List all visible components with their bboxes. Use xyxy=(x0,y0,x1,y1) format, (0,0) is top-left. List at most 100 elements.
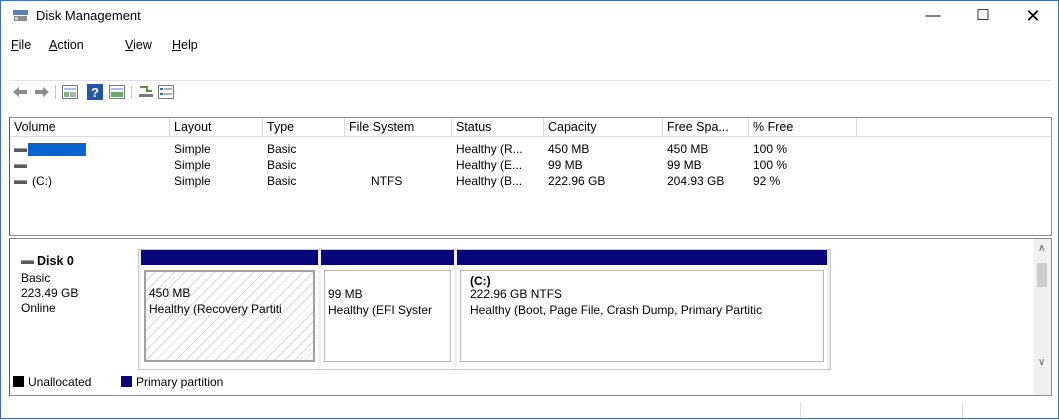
menu-file-accelerator: F xyxy=(11,38,19,52)
col-layout[interactable]: Layout xyxy=(170,118,263,136)
menu-view-label: iew xyxy=(133,38,152,52)
rescan-icon[interactable] xyxy=(137,83,155,101)
scroll-up-icon[interactable]: ∧ xyxy=(1038,243,1045,254)
percent-free-cell: 92 % xyxy=(753,174,781,188)
legend-primary: Primary partition xyxy=(121,375,223,389)
type-cell: Basic xyxy=(267,158,297,172)
properties-icon[interactable] xyxy=(108,83,126,101)
disk-name: Disk 0 xyxy=(21,254,74,268)
menu-help-label: elp xyxy=(181,38,198,52)
disk-management-app-icon xyxy=(13,10,28,21)
col-capacity[interactable]: Capacity xyxy=(544,118,663,136)
disk-0-info[interactable]: Disk 0 Basic 223.49 GB Online xyxy=(13,251,138,366)
menu-view-accelerator: V xyxy=(125,38,134,52)
capacity-cell: 450 MB xyxy=(548,142,590,156)
table-row[interactable]: (C:) Simple Basic NTFS Healthy (B... 222… xyxy=(10,174,1051,189)
partition-body-selected: 450 MB Healthy (Recovery Partiti xyxy=(144,270,315,362)
scroll-down-icon[interactable]: ∨ xyxy=(1038,357,1045,368)
recovery-partition[interactable]: 450 MB Healthy (Recovery Partiti xyxy=(141,250,318,369)
partition-bar xyxy=(457,250,827,265)
back-arrow-icon[interactable] xyxy=(11,83,29,101)
menu-help[interactable]: Help xyxy=(172,38,198,52)
partition-bar xyxy=(141,250,318,265)
free-space-cell: 99 MB xyxy=(667,158,702,172)
file-system-cell xyxy=(345,158,452,173)
capacity-cell: 222.96 GB xyxy=(548,174,606,188)
file-system-cell: NTFS xyxy=(371,174,403,188)
menu-action-label: ction xyxy=(57,38,84,52)
disk-icon xyxy=(21,259,34,264)
menu-bar: File Action View Help xyxy=(1,36,1058,56)
window-title: Disk Management xyxy=(36,8,141,23)
toolbar-top-divider xyxy=(9,80,1051,81)
partition-size: 450 MB xyxy=(149,286,191,300)
disk-list-icon[interactable] xyxy=(61,83,79,101)
percent-free-cell: 100 % xyxy=(753,142,788,156)
legend-primary-label: Primary partition xyxy=(136,375,224,389)
partition-bar xyxy=(321,250,454,265)
partition-body: 99 MB Healthy (EFI Syster xyxy=(324,270,451,362)
col-volume[interactable]: Volume xyxy=(10,118,170,136)
status-cell: Healthy (B... xyxy=(456,174,523,188)
c-drive-partition[interactable]: (C:) 222.96 GB NTFS Healthy (Boot, Page … xyxy=(457,250,827,369)
partition-size: 99 MB xyxy=(328,287,363,301)
scroll-thumb[interactable] xyxy=(1037,263,1047,287)
menu-action[interactable]: Action xyxy=(49,38,84,52)
layout-cell: Simple xyxy=(174,142,211,156)
status-divider xyxy=(962,402,963,418)
partition-status: Healthy (EFI Syster xyxy=(328,303,433,317)
disk-graphical-view: Disk 0 Basic 223.49 GB Online 450 MB Hea… xyxy=(9,238,1052,396)
volume-name: (C:) xyxy=(32,174,52,188)
volume-cell: (C:) xyxy=(14,174,170,189)
col-type[interactable]: Type xyxy=(263,118,345,136)
layout-cell: Simple xyxy=(174,174,211,188)
efi-partition[interactable]: 99 MB Healthy (EFI Syster xyxy=(321,250,454,369)
free-space-cell: 204.93 GB xyxy=(667,174,725,188)
forward-arrow-icon[interactable] xyxy=(33,83,51,101)
toolbar-divider xyxy=(131,85,132,99)
disk-0-partitions: 450 MB Healthy (Recovery Partiti 99 MB H… xyxy=(138,249,831,370)
partition-body: (C:) 222.96 GB NTFS Healthy (Boot, Page … xyxy=(460,270,824,362)
unallocated-swatch xyxy=(13,376,24,387)
col-percent-free[interactable]: % Free xyxy=(749,118,857,136)
close-button[interactable]: ✕ xyxy=(1010,1,1056,31)
disk-type: Basic xyxy=(21,271,51,285)
disk-size: 223.49 GB xyxy=(21,286,79,300)
menu-file[interactable]: File xyxy=(11,38,31,52)
disk-state: Online xyxy=(21,301,56,315)
legend-unallocated: Unallocated xyxy=(13,375,91,389)
file-system-cell xyxy=(345,142,452,157)
status-cell: Healthy (E... xyxy=(456,158,523,172)
col-status[interactable]: Status xyxy=(452,118,544,136)
volume-icon xyxy=(14,147,27,152)
col-file-system[interactable]: File System xyxy=(345,118,452,136)
vertical-scrollbar[interactable]: ∧ ∨ xyxy=(1034,239,1051,395)
free-space-cell: 450 MB xyxy=(667,142,709,156)
type-cell: Basic xyxy=(267,174,297,188)
menu-view[interactable]: View xyxy=(125,38,152,52)
volume-cell xyxy=(14,142,170,157)
maximize-button[interactable]: ☐ xyxy=(960,1,1006,31)
settings-icon[interactable] xyxy=(157,83,175,101)
primary-swatch xyxy=(121,376,132,387)
disk-name-label: Disk 0 xyxy=(37,254,74,268)
status-cell: Healthy (R... xyxy=(456,142,523,156)
title-bar: Disk Management — ☐ ✕ xyxy=(1,1,1058,31)
status-divider xyxy=(800,402,801,418)
help-icon[interactable]: ? xyxy=(86,83,104,101)
type-cell: Basic xyxy=(267,142,297,156)
status-bar xyxy=(1,400,1058,420)
percent-free-cell: 100 % xyxy=(753,158,788,172)
selected-volume-name xyxy=(28,143,86,157)
legend-unallocated-label: Unallocated xyxy=(28,375,92,389)
menu-file-label: ile xyxy=(18,38,32,52)
layout-cell: Simple xyxy=(174,158,211,172)
minimize-button[interactable]: — xyxy=(910,1,956,31)
toolbar-divider xyxy=(55,85,56,99)
table-row[interactable]: Simple Basic Healthy (R... 450 MB 450 MB… xyxy=(10,142,1051,157)
menu-help-accelerator: H xyxy=(172,38,182,52)
table-row[interactable]: Simple Basic Healthy (E... 99 MB 99 MB 1… xyxy=(10,158,1051,173)
col-free-space[interactable]: Free Spa... xyxy=(663,118,749,136)
volume-icon xyxy=(14,179,27,184)
partition-status: Healthy (Boot, Page File, Crash Dump, Pr… xyxy=(470,303,763,317)
